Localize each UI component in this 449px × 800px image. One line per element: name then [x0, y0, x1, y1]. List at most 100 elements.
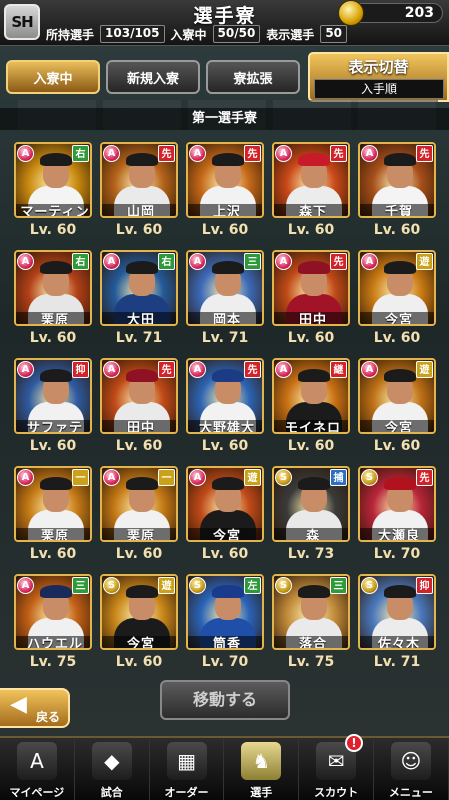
player-cap [384, 369, 416, 382]
player-card[interactable]: A 先 森下 Lv. 60 [272, 142, 350, 240]
player-card[interactable]: S 抑 佐々木 Lv. 71 [358, 574, 436, 672]
rank-badge-icon: A [361, 361, 378, 378]
rank-badge-icon: A [103, 145, 120, 162]
player-portrait: S 三 落合 [272, 574, 350, 650]
player-level: Lv. 60 [29, 222, 77, 238]
position-badge: 先 [330, 145, 347, 162]
position-badge: 先 [416, 469, 433, 486]
player-card[interactable]: A 右 マーティン Lv. 60 [14, 142, 92, 240]
player-card[interactable]: S 捕 森 Lv. 73 [272, 466, 350, 564]
owned-value: 103/105 [100, 25, 165, 43]
move-button[interactable]: 移動する [160, 680, 290, 720]
player-level: Lv. 60 [287, 438, 335, 454]
player-portrait: S 先 大瀬良 [358, 466, 436, 542]
player-card[interactable]: S 遊 今宮 Lv. 60 [100, 574, 178, 672]
team-logo-icon: SH [4, 4, 40, 40]
shown-value: 50 [320, 25, 348, 43]
player-card[interactable]: S 左 筒香 Lv. 70 [186, 574, 264, 672]
display-toggle-label: 表示切替 [348, 58, 409, 76]
rank-badge-icon: A [103, 469, 120, 486]
player-portrait: A 遊 今宮 [358, 250, 436, 326]
player-portrait: A 先 山岡 [100, 142, 178, 218]
player-level: Lv. 71 [201, 330, 249, 346]
coin-icon [338, 0, 364, 26]
player-card[interactable]: A 右 栗原 Lv. 60 [14, 250, 92, 348]
player-card[interactable]: A 先 千賀 Lv. 60 [358, 142, 436, 240]
player-cap [126, 369, 158, 382]
player-card[interactable]: A 遊 今宮 Lv. 60 [358, 358, 436, 456]
player-card[interactable]: A 三 岡本 Lv. 71 [186, 250, 264, 348]
nav-item[interactable]: ◆ 試合 [75, 738, 150, 800]
player-level: Lv. 60 [29, 330, 77, 346]
player-card[interactable]: A 抑 サファテ Lv. 60 [14, 358, 92, 456]
tab-new-entry[interactable]: 新規入寮 [106, 60, 200, 94]
nav-item[interactable]: ✉ スカウト! [299, 734, 374, 800]
player-card[interactable]: A 遊 今宮 Lv. 60 [186, 466, 264, 564]
player-level: Lv. 71 [373, 654, 421, 670]
player-cap [40, 585, 72, 598]
player-portrait: S 捕 森 [272, 466, 350, 542]
player-name: 今宮 [360, 312, 434, 324]
player-card[interactable]: A 先 田中 Lv. 60 [272, 250, 350, 348]
tab-in-dorm[interactable]: 入寮中 [6, 60, 100, 94]
dorm-name: 第一選手寮 [0, 108, 449, 130]
player-cap [384, 585, 416, 598]
player-card[interactable]: A 先 上沢 Lv. 60 [186, 142, 264, 240]
nav-icon: ▦ [166, 742, 207, 780]
back-button[interactable]: ◀ 戻る [0, 688, 70, 728]
rank-badge-icon: A [103, 253, 120, 270]
player-name: 田中 [102, 420, 176, 432]
player-level: Lv. 60 [201, 222, 249, 238]
nav-label: マイページ [9, 786, 65, 799]
rank-badge-icon: A [17, 361, 34, 378]
player-name: 栗原 [16, 312, 90, 324]
nav-item[interactable]: A マイページ [0, 738, 75, 800]
rank-badge-icon: A [189, 361, 206, 378]
player-card[interactable]: A 継 モイネロ Lv. 60 [272, 358, 350, 456]
player-name: 今宮 [360, 420, 434, 432]
player-card[interactable]: A 先 田中 Lv. 60 [100, 358, 178, 456]
player-card[interactable]: A 遊 今宮 Lv. 60 [358, 250, 436, 348]
player-card[interactable]: A 右 大田 Lv. 71 [100, 250, 178, 348]
bottom-nav: A マイページ ◆ 試合 ▦ オーダー ♞ 選手 ✉ スカウト! ☺ メニュー [0, 734, 449, 800]
rank-badge-icon: S [361, 577, 378, 594]
rank-badge-icon: A [361, 253, 378, 270]
position-badge: 先 [158, 145, 175, 162]
player-card[interactable]: S 先 大瀬良 Lv. 70 [358, 466, 436, 564]
position-badge: 捕 [330, 469, 347, 486]
player-level: Lv. 60 [201, 546, 249, 562]
rank-badge-icon: S [275, 469, 292, 486]
player-portrait: A 先 千賀 [358, 142, 436, 218]
player-card[interactable]: A 先 大野雄大 Lv. 60 [186, 358, 264, 456]
rank-badge-icon: S [189, 577, 206, 594]
player-card[interactable]: A 一 栗原 Lv. 60 [14, 466, 92, 564]
back-button-label: 戻る [36, 710, 61, 724]
nav-item[interactable]: ♞ 選手 [224, 738, 300, 800]
player-card[interactable]: S 三 落合 Lv. 75 [272, 574, 350, 672]
tab-dorm-expand[interactable]: 寮拡張 [206, 60, 300, 94]
player-name: サファテ [16, 420, 90, 432]
player-card[interactable]: A 一 栗原 Lv. 60 [100, 466, 178, 564]
player-portrait: A 先 上沢 [186, 142, 264, 218]
stats-bar: 所持選手 103/105 入寮中 50/50 表示選手 50 [44, 25, 348, 43]
rank-badge-icon: A [103, 361, 120, 378]
nav-item[interactable]: ☺ メニュー [374, 738, 449, 800]
player-card[interactable]: A 三 ハウエル Lv. 75 [14, 574, 92, 672]
nav-item[interactable]: ▦ オーダー [150, 738, 225, 800]
nav-icon: ☺ [390, 742, 431, 780]
player-level: Lv. 70 [373, 546, 421, 562]
rank-badge-icon: S [103, 577, 120, 594]
nav-icon: A [17, 742, 57, 780]
player-card[interactable]: A 先 山岡 Lv. 60 [100, 142, 178, 240]
player-portrait: A 右 栗原 [14, 250, 92, 326]
position-badge: 左 [244, 577, 261, 594]
player-name: 岡本 [188, 312, 262, 324]
player-name: 大田 [102, 312, 176, 324]
notification-badge-icon: ! [344, 734, 363, 752]
display-toggle-button[interactable]: 表示切替 入手順 [308, 52, 449, 102]
player-name: モイネロ [274, 420, 348, 432]
nav-icon: ◆ [91, 742, 132, 780]
player-cap [298, 261, 330, 274]
player-cap [298, 153, 330, 166]
nav-label: 選手 [250, 786, 273, 799]
